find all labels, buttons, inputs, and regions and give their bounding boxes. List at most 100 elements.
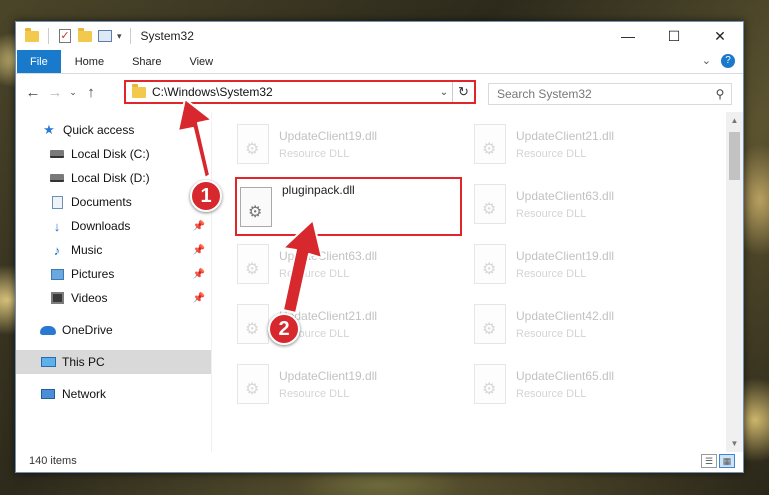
nav-music[interactable]: ♪ Music 📌 bbox=[16, 238, 211, 262]
nav-label: Music bbox=[71, 243, 103, 257]
address-dropdown-icon[interactable]: ⌄ bbox=[436, 87, 452, 98]
minimize-button[interactable]: — bbox=[605, 22, 651, 50]
file-name: UpdateClient19.dll bbox=[516, 248, 615, 263]
nav-documents[interactable]: Documents 📌 bbox=[16, 190, 211, 214]
nav-local-disk-c[interactable]: Local Disk (C:) bbox=[16, 142, 211, 166]
documents-icon bbox=[49, 195, 65, 209]
folder-icon bbox=[24, 27, 40, 44]
file-list: UpdateClient19.dll Resource DLL UpdateCli… bbox=[212, 112, 743, 452]
file-name: UpdateClient42.dll bbox=[516, 308, 615, 323]
folder-icon bbox=[132, 83, 146, 98]
search-box[interactable]: Search System32 ⚲ bbox=[488, 83, 732, 105]
pin-icon[interactable]: 📌 bbox=[193, 221, 205, 232]
file-name: UpdateClient63.dll bbox=[516, 188, 615, 203]
step-1-badge: 1 bbox=[190, 180, 222, 212]
file-item[interactable]: UpdateClient19.dll Resource DLL bbox=[237, 118, 467, 170]
explorer-body: ★ Quick access Local Disk (C:) Local Dis… bbox=[16, 112, 743, 452]
file-name: UpdateClient63.dll bbox=[279, 248, 378, 263]
nav-label: OneDrive bbox=[62, 323, 113, 337]
dll-file-icon bbox=[237, 304, 269, 344]
file-item[interactable]: UpdateClient42.dll Resource DLL bbox=[474, 298, 704, 350]
new-folder-icon[interactable] bbox=[77, 27, 93, 44]
videos-icon bbox=[49, 291, 65, 305]
dll-file-icon bbox=[474, 304, 506, 344]
address-bar[interactable]: C:\Windows\System32 ⌄ ↻ bbox=[124, 80, 476, 104]
drive-icon bbox=[49, 171, 65, 185]
tab-share[interactable]: Share bbox=[118, 50, 175, 73]
item-count: 140 items bbox=[29, 455, 77, 467]
file-item-pluginpack[interactable]: pluginpack.dll bbox=[235, 177, 462, 236]
ribbon-right-controls: ⌄ ? bbox=[702, 54, 735, 68]
maximize-button[interactable]: ☐ bbox=[651, 22, 697, 50]
file-item[interactable]: UpdateClient19.dll Resource DLL bbox=[237, 358, 467, 410]
details-view-icon[interactable]: ☰ bbox=[701, 454, 717, 468]
nav-downloads[interactable]: ↓ Downloads 📌 bbox=[16, 214, 211, 238]
pin-icon[interactable]: 📌 bbox=[193, 245, 205, 256]
file-item[interactable]: UpdateClient65.dll Resource DLL bbox=[474, 358, 704, 410]
refresh-icon[interactable]: ↻ bbox=[452, 82, 474, 102]
customize-toolbar-icon[interactable] bbox=[97, 28, 113, 44]
file-name: UpdateClient19.dll bbox=[279, 128, 378, 143]
nav-this-pc[interactable]: This PC bbox=[16, 350, 211, 374]
title-bar: ✓ ▾ System32 — ☐ ✕ bbox=[16, 22, 743, 50]
downloads-icon: ↓ bbox=[53, 218, 61, 234]
toolbar-dropdown-icon[interactable]: ▾ bbox=[117, 31, 122, 42]
file-item[interactable]: UpdateClient63.dll Resource DLL bbox=[237, 238, 467, 290]
address-path[interactable]: C:\Windows\System32 bbox=[152, 85, 436, 99]
close-button[interactable]: ✕ bbox=[697, 22, 743, 50]
dll-file-icon bbox=[237, 364, 269, 404]
pin-icon[interactable]: 📌 bbox=[193, 293, 205, 304]
nav-label: Network bbox=[62, 387, 107, 401]
nav-videos[interactable]: Videos 📌 bbox=[16, 286, 211, 310]
nav-local-disk-d[interactable]: Local Disk (D:) bbox=[16, 166, 211, 190]
nav-label: Local Disk (D:) bbox=[71, 171, 150, 185]
expand-ribbon-icon[interactable]: ⌄ bbox=[702, 54, 711, 68]
file-type: Resource DLL bbox=[279, 387, 350, 400]
dll-file-icon bbox=[237, 124, 269, 164]
view-switcher: ☰ ▦ bbox=[701, 454, 735, 468]
network-icon bbox=[40, 387, 56, 401]
nav-label: This PC bbox=[62, 355, 105, 369]
recent-locations-icon[interactable]: ⌄ bbox=[66, 87, 80, 98]
up-arrow-icon[interactable]: ↑ bbox=[80, 84, 102, 101]
tab-file[interactable]: File bbox=[17, 50, 61, 73]
tab-home[interactable]: Home bbox=[61, 50, 118, 73]
back-arrow-icon[interactable]: ← bbox=[22, 84, 44, 101]
nav-quick-access[interactable]: ★ Quick access bbox=[16, 118, 211, 142]
quick-access-toolbar: ✓ ▾ System32 bbox=[16, 27, 194, 44]
vertical-scrollbar[interactable]: ▲ ▼ bbox=[726, 112, 743, 452]
tiles-view-icon[interactable]: ▦ bbox=[719, 454, 735, 468]
tab-view[interactable]: View bbox=[175, 50, 227, 73]
file-explorer-window: ✓ ▾ System32 — ☐ ✕ File Home Share View … bbox=[15, 21, 744, 473]
pin-icon[interactable]: 📌 bbox=[193, 269, 205, 280]
step-2-badge: 2 bbox=[268, 313, 300, 345]
forward-arrow-icon[interactable]: → bbox=[44, 84, 66, 101]
dll-file-icon bbox=[474, 244, 506, 284]
file-name: UpdateClient21.dll bbox=[516, 128, 615, 143]
nav-network[interactable]: Network bbox=[16, 382, 211, 406]
onedrive-icon bbox=[40, 323, 56, 337]
file-item[interactable]: UpdateClient21.dll Resource DLL bbox=[474, 118, 704, 170]
file-type: Resource DLL bbox=[516, 387, 587, 400]
drive-icon bbox=[49, 147, 65, 161]
help-icon[interactable]: ? bbox=[721, 54, 735, 68]
scroll-thumb[interactable] bbox=[729, 132, 740, 180]
file-name: pluginpack.dll bbox=[282, 183, 355, 197]
window-controls: — ☐ ✕ bbox=[605, 22, 743, 50]
nav-pictures[interactable]: Pictures 📌 bbox=[16, 262, 211, 286]
navigation-bar: ← → ⌄ ↑ C:\Windows\System32 ⌄ ↻ Search S… bbox=[16, 74, 743, 110]
file-item[interactable]: UpdateClient63.dll Resource DLL bbox=[474, 178, 704, 230]
dll-file-icon bbox=[474, 184, 506, 224]
pictures-icon bbox=[49, 267, 65, 281]
nav-label: Quick access bbox=[63, 123, 135, 137]
dll-file-icon bbox=[474, 124, 506, 164]
search-input[interactable]: Search System32 bbox=[497, 87, 709, 101]
scroll-up-icon[interactable]: ▲ bbox=[726, 112, 743, 129]
file-item[interactable]: UpdateClient19.dll Resource DLL bbox=[474, 238, 704, 290]
nav-onedrive[interactable]: OneDrive bbox=[16, 318, 211, 342]
nav-label: Local Disk (C:) bbox=[71, 147, 150, 161]
properties-check-icon[interactable]: ✓ bbox=[57, 28, 73, 44]
dll-file-icon bbox=[474, 364, 506, 404]
